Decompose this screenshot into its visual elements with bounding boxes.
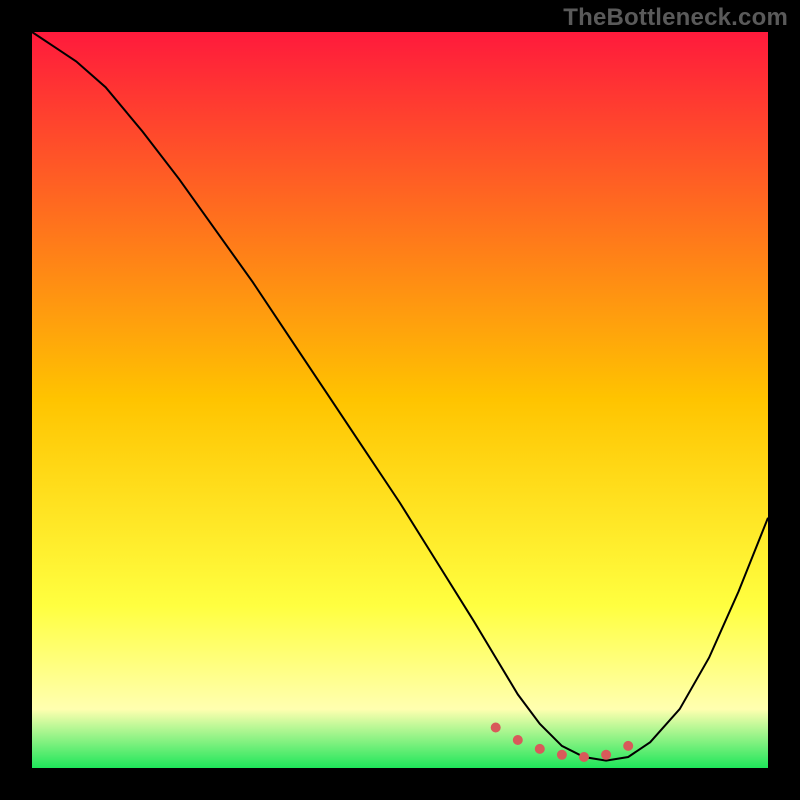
sweet-spot-marker <box>557 750 567 760</box>
sweet-spot-marker <box>623 741 633 751</box>
sweet-spot-marker <box>491 723 501 733</box>
chart-svg <box>0 0 800 800</box>
sweet-spot-marker <box>579 752 589 762</box>
sweet-spot-marker <box>513 735 523 745</box>
sweet-spot-marker <box>535 744 545 754</box>
watermark-text: TheBottleneck.com <box>563 4 788 32</box>
bottleneck-chart: TheBottleneck.com <box>0 0 800 800</box>
plot-background <box>32 32 768 768</box>
sweet-spot-marker <box>601 750 611 760</box>
